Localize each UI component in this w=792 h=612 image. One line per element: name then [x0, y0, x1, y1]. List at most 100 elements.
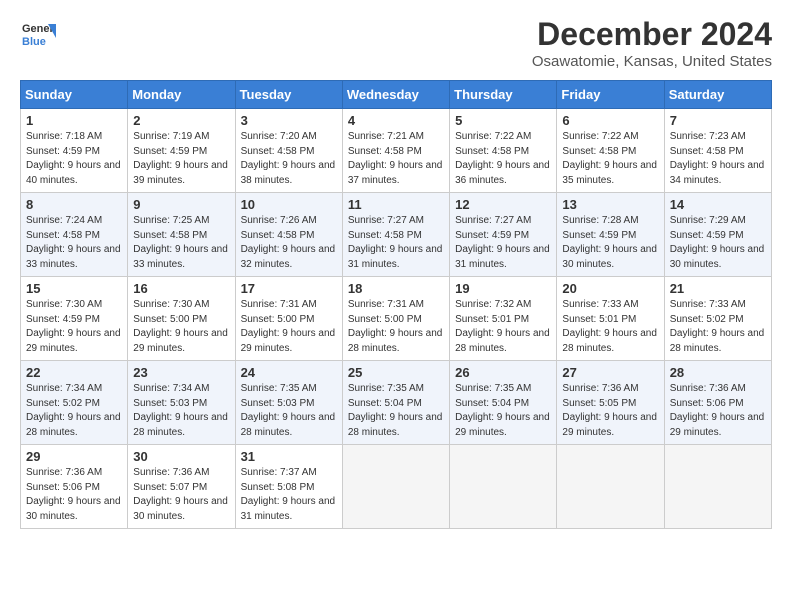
table-row: 4 Sunrise: 7:21 AMSunset: 4:58 PMDaylight…: [342, 109, 449, 193]
day-detail: Sunrise: 7:34 AMSunset: 5:02 PMDaylight:…: [26, 383, 121, 438]
header: General Blue December 2024 Osawatomie, K…: [20, 16, 772, 70]
day-detail: Sunrise: 7:24 AMSunset: 4:58 PMDaylight:…: [26, 215, 121, 270]
month-title: December 2024: [532, 16, 772, 53]
col-monday: Monday: [128, 81, 235, 109]
table-row: 8 Sunrise: 7:24 AMSunset: 4:58 PMDaylight…: [21, 193, 128, 277]
table-row: [342, 445, 449, 529]
col-wednesday: Wednesday: [342, 81, 449, 109]
table-row: 29Sunrise: 7:36 AMSunset: 5:06 PMDayligh…: [21, 445, 128, 529]
day-detail: Sunrise: 7:29 AMSunset: 4:59 PMDaylight:…: [670, 215, 765, 270]
day-number: 15: [26, 281, 122, 296]
week-row-3: 15 Sunrise: 7:30 AMSunset: 4:59 PMDayligh…: [21, 277, 772, 361]
table-row: [450, 445, 557, 529]
table-row: 5 Sunrise: 7:22 AMSunset: 4:58 PMDaylight…: [450, 109, 557, 193]
table-row: 27Sunrise: 7:36 AMSunset: 5:05 PMDayligh…: [557, 361, 664, 445]
day-number: 10: [241, 197, 337, 212]
day-number: 25: [348, 365, 444, 380]
day-number: 26: [455, 365, 551, 380]
table-row: [557, 445, 664, 529]
day-detail: Sunrise: 7:36 AMSunset: 5:06 PMDaylight:…: [670, 383, 765, 438]
logo-icon: General Blue: [20, 16, 56, 52]
day-number: 4: [348, 113, 444, 128]
day-detail: Sunrise: 7:36 AMSunset: 5:07 PMDaylight:…: [133, 467, 228, 522]
calendar-table: Sunday Monday Tuesday Wednesday Thursday…: [20, 80, 772, 529]
table-row: 21 Sunrise: 7:33 AMSunset: 5:02 PMDayligh…: [664, 277, 771, 361]
day-number: 11: [348, 197, 444, 212]
table-row: 30 Sunrise: 7:36 AMSunset: 5:07 PMDayligh…: [128, 445, 235, 529]
week-row-5: 29Sunrise: 7:36 AMSunset: 5:06 PMDayligh…: [21, 445, 772, 529]
col-sunday: Sunday: [21, 81, 128, 109]
day-number: 2: [133, 113, 229, 128]
day-number: 21: [670, 281, 766, 296]
day-number: 7: [670, 113, 766, 128]
day-detail: Sunrise: 7:22 AMSunset: 4:58 PMDaylight:…: [562, 131, 657, 186]
week-row-4: 22 Sunrise: 7:34 AMSunset: 5:02 PMDayligh…: [21, 361, 772, 445]
day-detail: Sunrise: 7:34 AMSunset: 5:03 PMDaylight:…: [133, 383, 228, 438]
table-row: 1Sunrise: 7:18 AMSunset: 4:59 PMDaylight…: [21, 109, 128, 193]
table-row: 20 Sunrise: 7:33 AMSunset: 5:01 PMDayligh…: [557, 277, 664, 361]
table-row: 16Sunrise: 7:30 AMSunset: 5:00 PMDayligh…: [128, 277, 235, 361]
table-row: 10 Sunrise: 7:26 AMSunset: 4:58 PMDayligh…: [235, 193, 342, 277]
day-number: 20: [562, 281, 658, 296]
table-row: 22 Sunrise: 7:34 AMSunset: 5:02 PMDayligh…: [21, 361, 128, 445]
day-detail: Sunrise: 7:30 AMSunset: 4:59 PMDaylight:…: [26, 299, 121, 354]
day-number: 3: [241, 113, 337, 128]
table-row: 9 Sunrise: 7:25 AMSunset: 4:58 PMDaylight…: [128, 193, 235, 277]
day-detail: Sunrise: 7:35 AMSunset: 5:04 PMDaylight:…: [455, 383, 550, 438]
day-number: 31: [241, 449, 337, 464]
day-number: 24: [241, 365, 337, 380]
table-row: 13Sunrise: 7:28 AMSunset: 4:59 PMDayligh…: [557, 193, 664, 277]
day-detail: Sunrise: 7:21 AMSunset: 4:58 PMDaylight:…: [348, 131, 443, 186]
col-friday: Friday: [557, 81, 664, 109]
day-number: 19: [455, 281, 551, 296]
table-row: 3 Sunrise: 7:20 AMSunset: 4:58 PMDaylight…: [235, 109, 342, 193]
day-detail: Sunrise: 7:35 AMSunset: 5:03 PMDaylight:…: [241, 383, 336, 438]
table-row: 28 Sunrise: 7:36 AMSunset: 5:06 PMDayligh…: [664, 361, 771, 445]
day-detail: Sunrise: 7:26 AMSunset: 4:58 PMDaylight:…: [241, 215, 336, 270]
day-detail: Sunrise: 7:22 AMSunset: 4:58 PMDaylight:…: [455, 131, 550, 186]
day-number: 28: [670, 365, 766, 380]
header-row: Sunday Monday Tuesday Wednesday Thursday…: [21, 81, 772, 109]
table-row: [664, 445, 771, 529]
table-row: 14 Sunrise: 7:29 AMSunset: 4:59 PMDayligh…: [664, 193, 771, 277]
day-detail: Sunrise: 7:35 AMSunset: 5:04 PMDaylight:…: [348, 383, 443, 438]
day-detail: Sunrise: 7:37 AMSunset: 5:08 PMDaylight:…: [241, 467, 336, 522]
week-row-2: 8 Sunrise: 7:24 AMSunset: 4:58 PMDaylight…: [21, 193, 772, 277]
day-number: 30: [133, 449, 229, 464]
day-detail: Sunrise: 7:31 AMSunset: 5:00 PMDaylight:…: [241, 299, 336, 354]
table-row: 24 Sunrise: 7:35 AMSunset: 5:03 PMDayligh…: [235, 361, 342, 445]
day-detail: Sunrise: 7:30 AMSunset: 5:00 PMDaylight:…: [133, 299, 228, 354]
day-number: 23: [133, 365, 229, 380]
table-row: 7 Sunrise: 7:23 AMSunset: 4:58 PMDaylight…: [664, 109, 771, 193]
day-number: 22: [26, 365, 122, 380]
day-number: 1: [26, 113, 122, 128]
day-number: 14: [670, 197, 766, 212]
day-detail: Sunrise: 7:20 AMSunset: 4:58 PMDaylight:…: [241, 131, 336, 186]
day-number: 27: [562, 365, 658, 380]
day-detail: Sunrise: 7:23 AMSunset: 4:58 PMDaylight:…: [670, 131, 765, 186]
day-number: 5: [455, 113, 551, 128]
day-detail: Sunrise: 7:33 AMSunset: 5:01 PMDaylight:…: [562, 299, 657, 354]
table-row: 18Sunrise: 7:31 AMSunset: 5:00 PMDayligh…: [342, 277, 449, 361]
table-row: 17Sunrise: 7:31 AMSunset: 5:00 PMDayligh…: [235, 277, 342, 361]
col-saturday: Saturday: [664, 81, 771, 109]
logo: General Blue: [20, 16, 60, 52]
day-detail: Sunrise: 7:27 AMSunset: 4:59 PMDaylight:…: [455, 215, 550, 270]
day-number: 9: [133, 197, 229, 212]
location-title: Osawatomie, Kansas, United States: [532, 53, 772, 70]
week-row-1: 1Sunrise: 7:18 AMSunset: 4:59 PMDaylight…: [21, 109, 772, 193]
table-row: 11Sunrise: 7:27 AMSunset: 4:58 PMDayligh…: [342, 193, 449, 277]
title-block: December 2024 Osawatomie, Kansas, United…: [532, 16, 772, 70]
day-detail: Sunrise: 7:32 AMSunset: 5:01 PMDaylight:…: [455, 299, 550, 354]
day-number: 12: [455, 197, 551, 212]
table-row: 26 Sunrise: 7:35 AMSunset: 5:04 PMDayligh…: [450, 361, 557, 445]
day-number: 18: [348, 281, 444, 296]
table-row: 19 Sunrise: 7:32 AMSunset: 5:01 PMDayligh…: [450, 277, 557, 361]
day-detail: Sunrise: 7:36 AMSunset: 5:06 PMDaylight:…: [26, 467, 121, 522]
day-detail: Sunrise: 7:33 AMSunset: 5:02 PMDaylight:…: [670, 299, 765, 354]
table-row: 6 Sunrise: 7:22 AMSunset: 4:58 PMDaylight…: [557, 109, 664, 193]
table-row: 31 Sunrise: 7:37 AMSunset: 5:08 PMDayligh…: [235, 445, 342, 529]
day-number: 8: [26, 197, 122, 212]
day-number: 6: [562, 113, 658, 128]
day-detail: Sunrise: 7:25 AMSunset: 4:58 PMDaylight:…: [133, 215, 228, 270]
